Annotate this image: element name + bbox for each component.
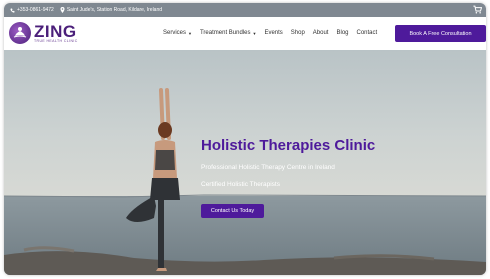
hero-subtitle: Professional Holistic Therapy Centre in … (201, 164, 335, 171)
top-info-bar: +353-0861-9472 Saint Jude's, Station Roa… (4, 3, 486, 17)
nav-label: Blog (336, 30, 349, 36)
chevron-down-icon: ▼ (252, 30, 257, 36)
browser-frame: +353-0861-9472 Saint Jude's, Station Roa… (4, 3, 486, 275)
nav-item-events[interactable]: Events (264, 30, 282, 36)
main-navigation: Services ▼ Treatment Bundles ▼ Events Shop… (163, 30, 385, 36)
site-header: ZING TRUE HEALTH CLINIC Services ▼ Treatm… (4, 17, 486, 50)
nav-item-shop[interactable]: Shop (291, 30, 305, 36)
phone-icon (10, 8, 15, 13)
nav-label: Contact (356, 30, 378, 36)
chevron-down-icon: ▼ (188, 30, 192, 36)
logo-tagline: TRUE HEALTH CLINIC (34, 38, 78, 43)
nav-item-blog[interactable]: Blog (336, 30, 348, 36)
nav-item-contact[interactable]: Contact (357, 30, 378, 36)
phone-link[interactable]: +353-0861-9472 (10, 7, 54, 13)
nav-label: Shop (290, 30, 305, 36)
nav-label: Treatment Bundles (199, 30, 251, 36)
nav-label: Events (264, 30, 283, 36)
book-consultation-button[interactable]: Book A Free Consultation (395, 25, 486, 42)
nav-item-services[interactable]: Services ▼ (163, 30, 192, 36)
hero-background-image (4, 50, 486, 275)
hero-section: Holistic Therapies Clinic Professional H… (4, 50, 486, 275)
phone-number: +353-0861-9472 (17, 7, 54, 13)
logo-name: ZING (34, 21, 77, 41)
hero-title: Holistic Therapies Clinic (201, 137, 376, 154)
address-text: Saint Jude's, Station Road, Kildare, Ire… (66, 7, 163, 13)
contact-us-button[interactable]: Contact Us Today (201, 204, 264, 218)
cart-icon[interactable] (473, 5, 482, 14)
location-pin-icon (60, 7, 65, 13)
nav-label: About (312, 30, 329, 36)
meditation-figure-icon (9, 22, 31, 44)
nav-item-about[interactable]: About (313, 30, 329, 36)
nav-item-treatment-bundles[interactable]: Treatment Bundles ▼ (200, 30, 256, 36)
nav-label: Services (163, 30, 187, 36)
site-logo[interactable]: ZING TRUE HEALTH CLINIC (9, 22, 78, 44)
address-link[interactable]: Saint Jude's, Station Road, Kildare, Ire… (60, 7, 162, 13)
hero-subtitle-secondary: Certified Holistic Therapists (201, 181, 280, 188)
